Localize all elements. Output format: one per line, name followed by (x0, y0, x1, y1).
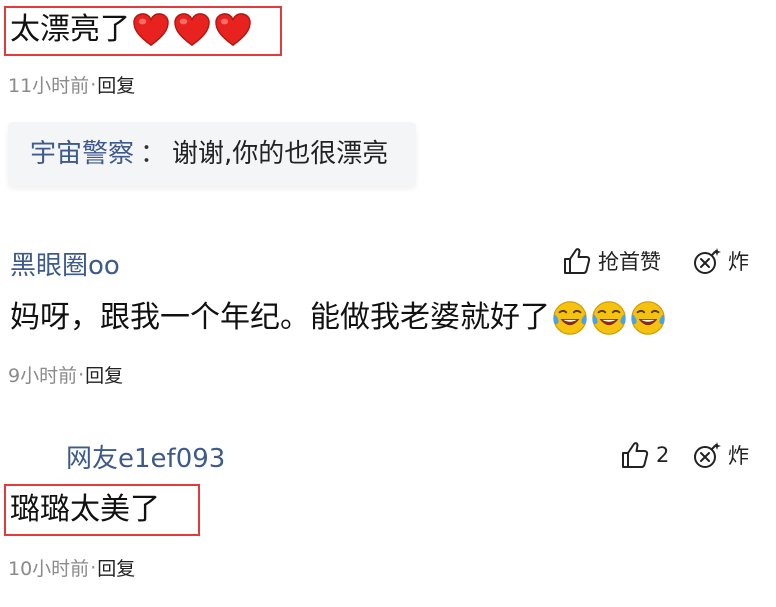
comment1-reply-box[interactable]: 宇宙警察：谢谢,你的也很漂亮 (8, 122, 416, 186)
crying-laughing-icon (592, 301, 626, 335)
comment1-reply-button[interactable]: 回复 (97, 71, 135, 98)
reply-author-link[interactable]: 宇宙警察 (30, 139, 134, 169)
comment1-time: 11小时前 (8, 75, 90, 97)
thumbs-up-icon (622, 442, 649, 468)
comment3-reply-button[interactable]: 回复 (97, 554, 135, 581)
comment1-meta: 11小时前 · 回复 (8, 71, 135, 98)
comment3-meta: 10小时前 · 回复 (8, 554, 135, 581)
bomb-icon (694, 442, 721, 468)
bomb-icon (694, 248, 721, 274)
crying-laughing-icon (553, 301, 587, 335)
comment2-meta: 9小时前 · 回复 (8, 361, 123, 388)
comment2-body: 妈呀，跟我一个年纪。能做我老婆就好了 (10, 300, 550, 335)
meta-dot: · (90, 556, 97, 579)
comment1-text: 太漂亮了 (10, 8, 255, 52)
comment2-time: 9小时前 (8, 365, 78, 387)
crying-laughing-icon (631, 301, 665, 335)
reply-separator: ： (140, 139, 167, 169)
reply-text: 谢谢,你的也很漂亮 (172, 139, 389, 169)
comment1-body: 太漂亮了 (10, 12, 130, 47)
thumbs-up-icon (564, 248, 591, 274)
blast-label: 炸 (728, 250, 749, 274)
like-count: 2 (656, 443, 670, 467)
reply-line: 宇宙警察：谢谢,你的也很漂亮 (30, 136, 388, 172)
meta-dot: · (78, 363, 85, 386)
comment2-text: 妈呀，跟我一个年纪。能做我老婆就好了 (10, 296, 667, 340)
comment3-author-link[interactable]: 网友e1ef093 (66, 438, 225, 475)
comment2-like-button[interactable]: 抢首赞 (562, 246, 661, 276)
like-label: 抢首赞 (598, 250, 661, 274)
comment2-reply-button[interactable]: 回复 (85, 361, 123, 388)
heart-icon (215, 13, 251, 47)
comment3-like-button[interactable]: 2 (620, 440, 669, 470)
heart-icon (174, 13, 210, 47)
heart-icon (133, 13, 169, 47)
comment3-time: 10小时前 (8, 558, 90, 580)
comment3-text: 璐璐太美了 (10, 492, 160, 527)
blast-label: 炸 (728, 444, 749, 468)
comment2-author-link[interactable]: 黑眼圈oo (10, 245, 120, 282)
comment3-blast-button[interactable]: 炸 (692, 440, 749, 470)
comment1-emoji-group (132, 12, 255, 48)
meta-dot: · (90, 73, 97, 96)
comment2-blast-button[interactable]: 炸 (692, 246, 749, 276)
